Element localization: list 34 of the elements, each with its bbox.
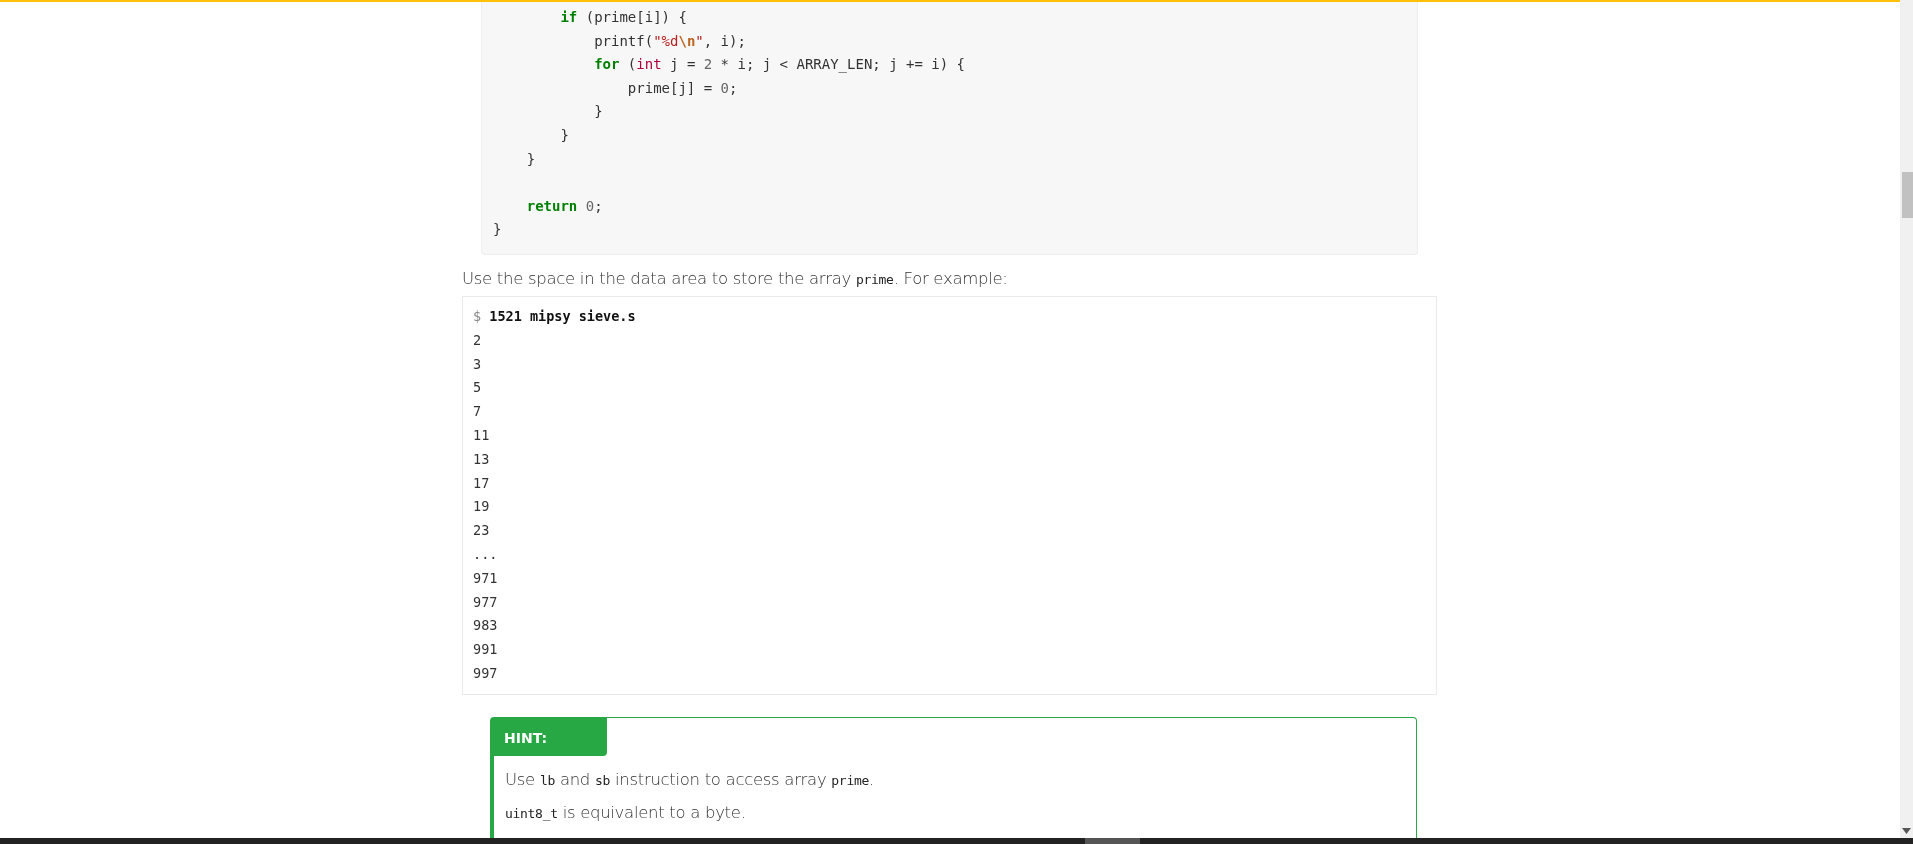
command-line: $ 1521 mipsy sieve.s [473,306,637,326]
output-line: 2 [473,330,483,350]
scrollbar-thumb[interactable] [1085,838,1140,844]
body-text: Use the space in the data area to store the array prime. For example: [462,268,1009,288]
output-line: 977 [473,592,499,612]
code-line: } [593,102,604,122]
scroll-down-icon[interactable] [1902,828,1911,834]
vertical-scrollbar[interactable] [1900,0,1913,838]
output-line: 983 [473,616,499,636]
code-line: return 0; [525,196,604,216]
hint-text: Use lb and sb instruction to access array prime. [505,769,875,789]
code-line: } [493,220,503,240]
code-line: printf("%d\n", i); [593,31,747,51]
output-line: 3 [473,354,483,374]
code-line: } [525,149,537,169]
code-line: } [559,125,570,145]
output-line: 997 [473,663,499,683]
output-line: 991 [473,640,499,660]
output-line: 13 [473,449,491,469]
output-line: ... [473,544,499,564]
code-line: if (prime[i]) { [559,8,688,27]
output-line: 5 [473,378,483,398]
output-line: 17 [473,473,491,493]
output-line: 7 [473,402,483,422]
hint-title: HINT: [494,717,608,756]
code-line: for (int j = 2 * i; j < ARRAY_LEN; j += i) { [593,55,967,75]
code-line: prime[j] = 0; [626,78,739,98]
output-line: 23 [473,521,491,541]
hint-text: uint8_t is equivalent to a byte. [505,802,747,822]
output-line: 11 [473,425,491,445]
horizontal-scrollbar[interactable] [0,838,1913,844]
output-line: 971 [473,568,499,588]
scrollbar-thumb[interactable] [1902,172,1913,218]
output-line: 19 [473,497,491,517]
